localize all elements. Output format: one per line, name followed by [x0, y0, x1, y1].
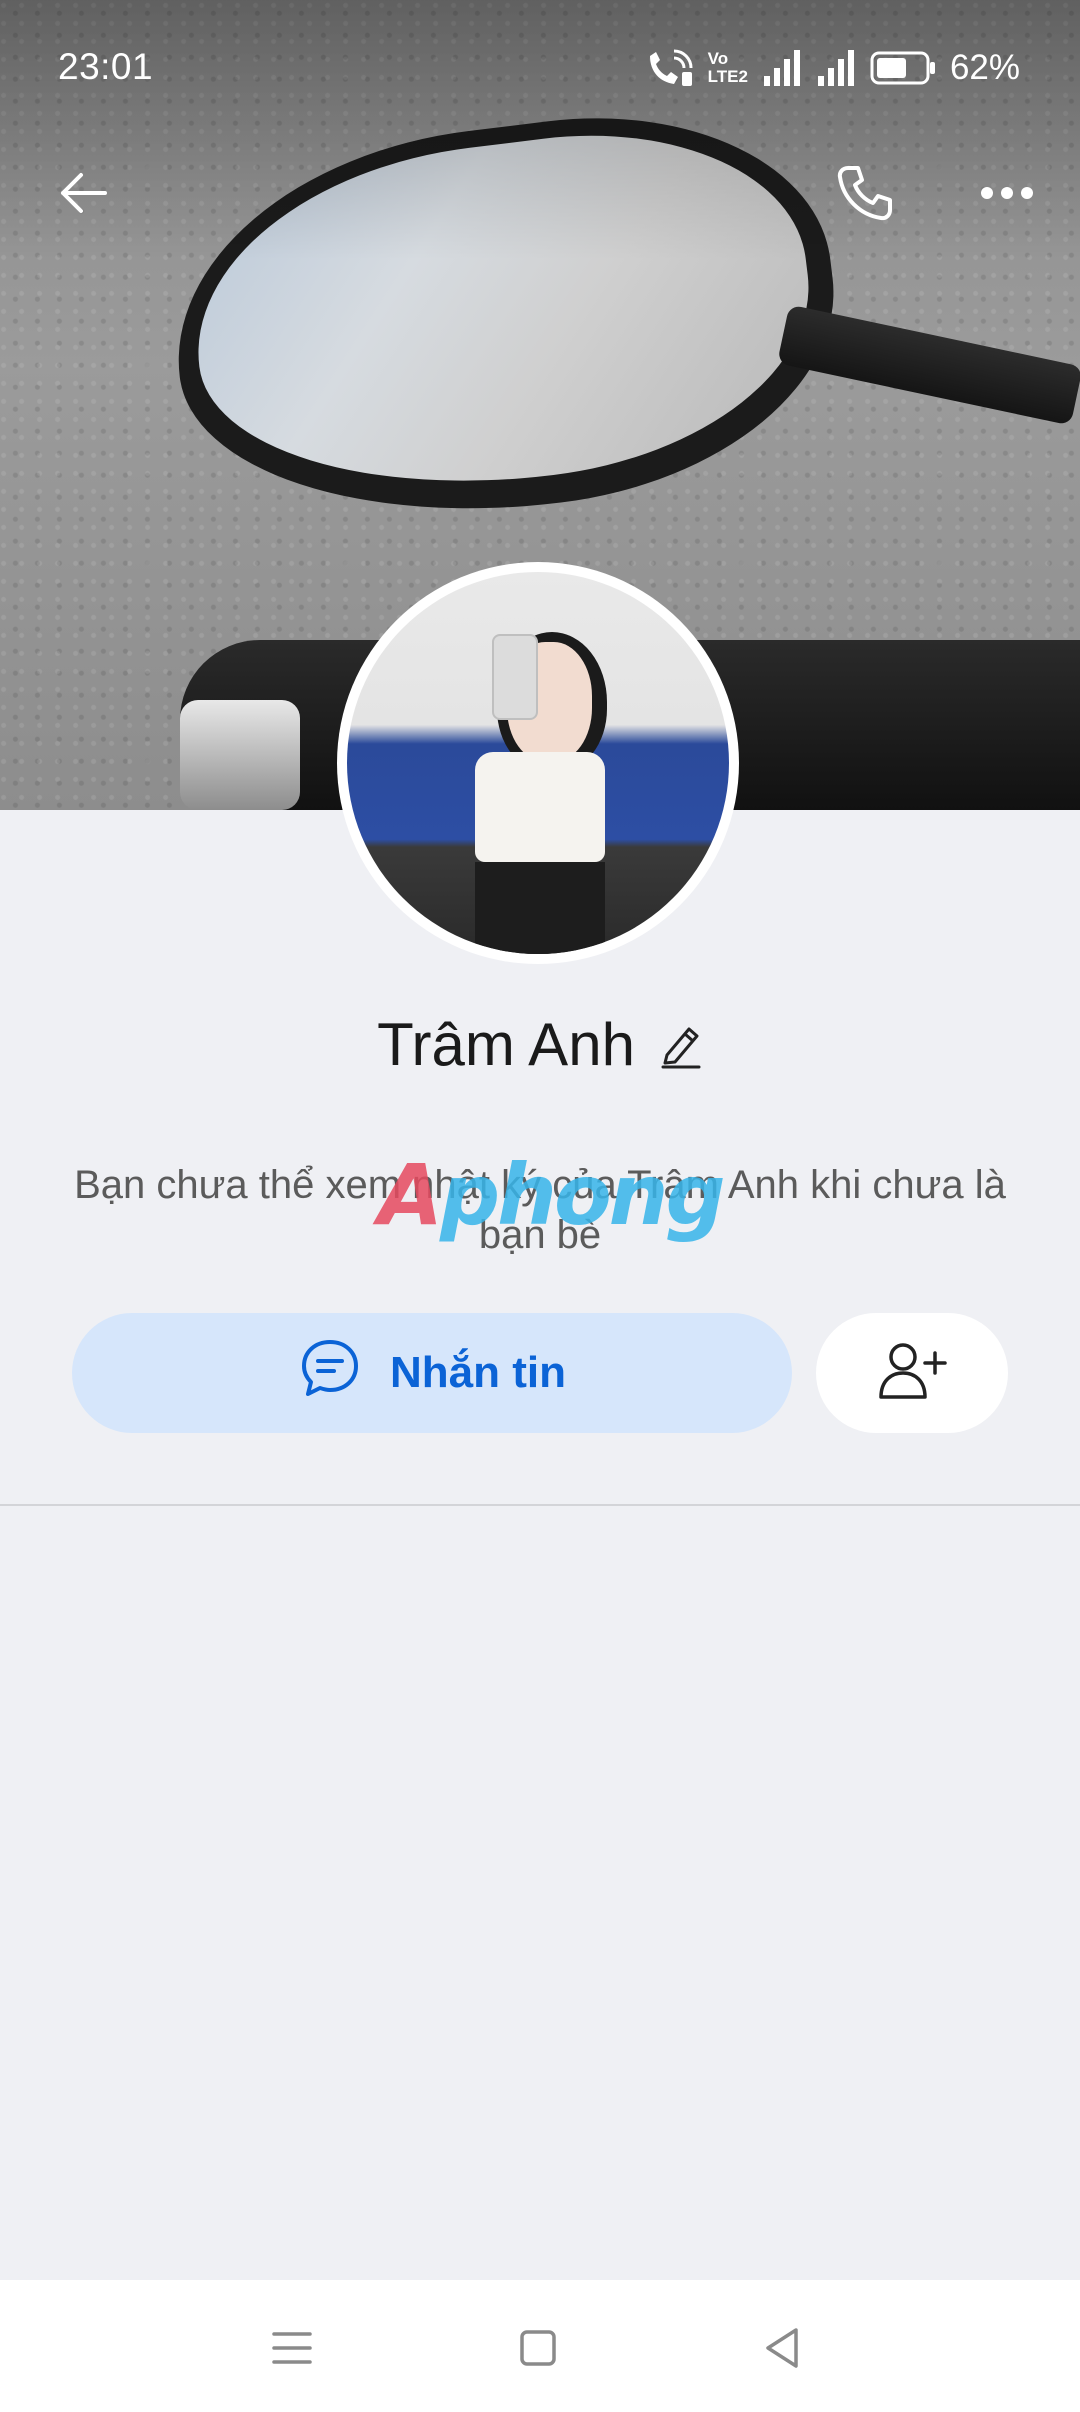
recent-apps-button[interactable]: [252, 2310, 332, 2390]
home-icon: [518, 2328, 558, 2373]
battery-percent: 62%: [949, 48, 1020, 87]
top-nav: [0, 150, 1080, 240]
section-divider: [0, 1504, 1080, 1506]
more-horizontal-icon: [979, 183, 1035, 208]
avatar-phone: [492, 634, 538, 720]
status-bar: 23:01 Vo LTE2 62%: [0, 0, 1080, 140]
privacy-notice: Bạn chưa thể xem nhật ký của Trâm Anh kh…: [74, 1163, 1006, 1257]
profile-name-row: Trâm Anh: [0, 1010, 1080, 1079]
signal-icon: [816, 48, 856, 88]
call-button[interactable]: [820, 150, 910, 240]
volte-label-bottom: LTE2: [707, 67, 748, 86]
add-friend-icon: [877, 1339, 947, 1408]
pencil-icon[interactable]: [659, 1021, 703, 1069]
message-button-label: Nhắn tin: [390, 1348, 566, 1397]
message-button[interactable]: Nhắn tin: [72, 1313, 792, 1433]
system-back-button[interactable]: [742, 2310, 822, 2390]
back-triangle-icon: [762, 2326, 802, 2375]
avatar-top: [475, 752, 605, 862]
avatar-photo: [347, 572, 729, 954]
avatar-jeans: [475, 862, 605, 954]
profile-avatar[interactable]: [337, 562, 739, 964]
battery-icon: [870, 50, 936, 86]
signal-icon: [762, 48, 802, 88]
back-button[interactable]: [38, 150, 128, 240]
menu-icon: [270, 2328, 314, 2373]
volte-label-top: Vo: [707, 49, 729, 68]
volte-icon: Vo LTE2: [708, 50, 748, 86]
phone-icon: [834, 162, 896, 229]
add-friend-button[interactable]: [816, 1313, 1008, 1433]
cover-mirror-stem: [777, 304, 1080, 426]
profile-actions: Nhắn tin: [72, 1313, 1008, 1433]
status-icons: Vo LTE2 62%: [644, 46, 1020, 90]
status-time: 23:01: [58, 46, 154, 87]
wifi-calling-icon: [644, 48, 694, 88]
arrow-left-icon: [55, 165, 111, 226]
cover-chrome-grip: [180, 700, 300, 810]
home-button[interactable]: [498, 2310, 578, 2390]
chat-bubble-icon: [298, 1336, 362, 1411]
profile-name: Trâm Anh: [377, 1011, 635, 1078]
more-button[interactable]: [962, 150, 1052, 240]
system-nav-bar: [0, 2280, 1080, 2412]
